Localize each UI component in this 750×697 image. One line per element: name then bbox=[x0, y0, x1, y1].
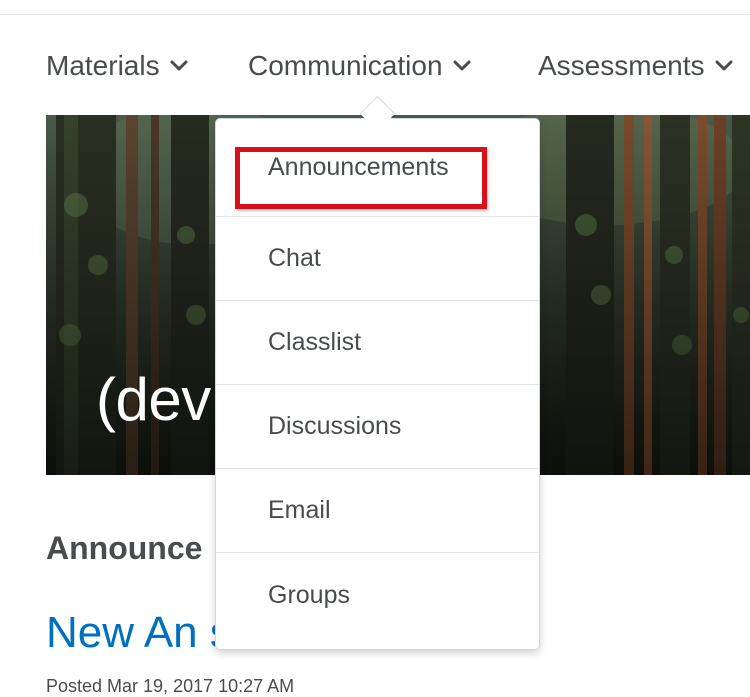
menu-item-label: Groups bbox=[268, 580, 350, 609]
nav-communication-label: Communication bbox=[248, 50, 443, 81]
menu-item-chat[interactable]: Chat bbox=[216, 217, 539, 301]
chevron-down-icon bbox=[715, 60, 732, 71]
menu-item-label: Chat bbox=[268, 244, 321, 272]
nav-materials-label: Materials bbox=[46, 50, 160, 81]
chevron-down-icon bbox=[453, 60, 471, 71]
nav-assessments[interactable]: Assessments bbox=[538, 48, 733, 84]
nav-materials[interactable]: Materials bbox=[46, 48, 188, 84]
announcements-highlight-box bbox=[235, 147, 487, 209]
menu-item-label: Classlist bbox=[268, 328, 362, 356]
menu-item-classlist[interactable]: Classlist bbox=[216, 301, 539, 385]
chevron-down-icon bbox=[170, 60, 188, 71]
menu-item-discussions[interactable]: Discussions bbox=[216, 385, 539, 469]
announcement-posted-date: Posted Mar 19, 2017 10:27 AM bbox=[46, 676, 295, 696]
nav-assessments-label: Assessments bbox=[538, 50, 705, 81]
menu-item-label: Email bbox=[268, 496, 331, 524]
menu-item-label: Discussions bbox=[268, 412, 402, 440]
announcements-heading: Announce bbox=[46, 530, 203, 566]
menu-item-email[interactable]: Email bbox=[216, 469, 539, 553]
menu-item-groups[interactable]: Groups bbox=[216, 553, 539, 637]
nav-communication[interactable]: Communication bbox=[248, 48, 471, 84]
